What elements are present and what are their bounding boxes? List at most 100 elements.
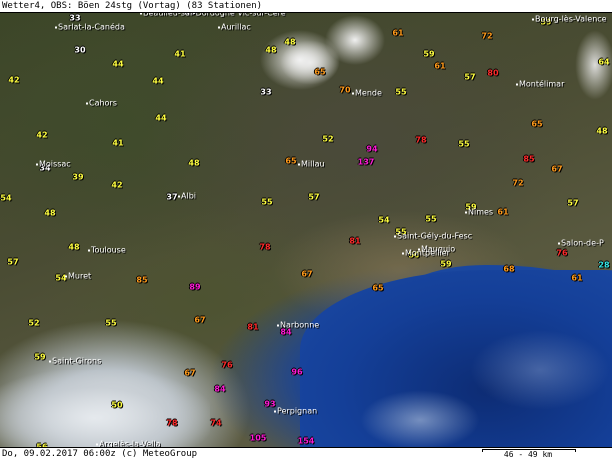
status-bar: Do, 09.02.2017 06:00z (c) MeteoGroup 46 …	[0, 447, 612, 459]
gust-value: 41	[112, 138, 124, 148]
gust-value: 57	[308, 192, 320, 202]
gust-value: 48	[284, 37, 296, 47]
gust-value: 81	[349, 236, 361, 246]
gust-value: 44	[112, 59, 124, 69]
gust-value: 72	[512, 178, 524, 188]
gust-value: 55	[425, 214, 437, 224]
city-label-narbonne: Narbonne	[277, 321, 319, 330]
city-label-mende: Mende	[352, 89, 382, 98]
cloud-patch	[470, 330, 610, 410]
gust-value: 105	[249, 433, 267, 443]
city-label-albi: Albi	[178, 192, 196, 201]
gust-value: 76	[556, 248, 568, 258]
timestamp-copyright: Do, 09.02.2017 06:00z (c) MeteoGroup	[2, 449, 198, 459]
gust-value: 67	[551, 164, 563, 174]
city-label-bourg: Bourg-lès-Valence	[532, 15, 607, 24]
city-label-cahors: Cahors	[86, 99, 117, 108]
gust-value: 54	[0, 193, 12, 203]
gust-value: 57	[464, 72, 476, 82]
gust-value: 72	[481, 31, 493, 41]
gust-value: 44	[152, 76, 164, 86]
city-label-sarlat: Sarlat-la-Canéda	[55, 23, 125, 32]
gust-value: 70	[339, 85, 351, 95]
gust-value: 37	[166, 192, 178, 202]
map-title: Wetter4, OBS: Böen 24stg (Vortag) (83 St…	[2, 1, 263, 11]
gust-value: 84	[214, 384, 226, 394]
gust-value: 33	[69, 13, 81, 23]
gust-value: 50	[111, 400, 123, 410]
gust-value: 78	[415, 135, 427, 145]
city-label-stgirons: Saint-Girons	[49, 357, 101, 366]
gust-value: 48	[188, 158, 200, 168]
gust-value: 94	[366, 144, 378, 154]
gust-value: 48	[265, 45, 277, 55]
city-label-toulouse: Toulouse	[88, 246, 126, 255]
gust-value: 61	[497, 207, 509, 217]
gust-value: 64	[598, 57, 610, 67]
gust-value: 154	[297, 436, 315, 446]
city-label-millau: Millau	[298, 160, 325, 169]
gust-value: 59	[423, 49, 435, 59]
gust-value: 74	[210, 418, 222, 428]
gust-value: 65	[372, 283, 384, 293]
gust-value: 57	[567, 198, 579, 208]
gust-value: 89	[189, 282, 201, 292]
gust-value: 52	[322, 134, 334, 144]
gust-value: 85	[523, 154, 535, 164]
gust-value: 33	[260, 87, 272, 97]
city-label-nimes: Nîmes	[465, 208, 493, 217]
gust-value: 41	[174, 49, 186, 59]
city-label-moissac: Moissac	[36, 160, 71, 169]
gust-value: 61	[571, 273, 583, 283]
gust-value: 80	[487, 68, 499, 78]
city-label-montpellier: Montpellier	[402, 249, 450, 258]
gust-value: 67	[184, 368, 196, 378]
gust-value: 78	[166, 418, 178, 428]
gust-value: 76	[221, 360, 233, 370]
gust-value: 65	[314, 67, 326, 77]
title-bar: Wetter4, OBS: Böen 24stg (Vortag) (83 St…	[0, 0, 612, 13]
gust-value: 44	[155, 113, 167, 123]
gust-value: 55	[105, 318, 117, 328]
gust-value: 81	[247, 322, 259, 332]
gust-value: 68	[503, 264, 515, 274]
gust-value: 54	[378, 215, 390, 225]
gust-value: 137	[357, 157, 375, 167]
gust-value: 48	[68, 242, 80, 252]
gust-value: 78	[259, 242, 271, 252]
gust-value: 28	[598, 260, 610, 270]
city-label-muret: Muret	[65, 272, 91, 281]
snow-pyrenees	[0, 370, 210, 450]
gust-value: 55	[395, 87, 407, 97]
city-label-stgely: Saint-Gély-du-Fesc	[394, 232, 472, 241]
scale-bar: 46 - 49 km	[482, 449, 576, 459]
gust-value: 65	[531, 119, 543, 129]
gust-value: 65	[285, 156, 297, 166]
gust-value: 30	[74, 45, 86, 55]
gust-value: 61	[392, 28, 404, 38]
gust-value: 61	[434, 61, 446, 71]
gust-value: 48	[44, 208, 56, 218]
city-label-perpignan: Perpignan	[274, 407, 317, 416]
gust-value: 85	[136, 275, 148, 285]
gust-value: 96	[291, 367, 303, 377]
gust-value: 59	[440, 259, 452, 269]
gust-value: 55	[261, 197, 273, 207]
gust-value: 48	[596, 126, 608, 136]
gust-value: 55	[458, 139, 470, 149]
city-label-salon: Salon-de-P	[558, 239, 604, 248]
map-canvas[interactable]: Beaulieu-sur-Dordogne Vic-sur-Cère Aurill…	[0, 0, 612, 459]
gust-value: 52	[28, 318, 40, 328]
gust-value: 42	[8, 75, 20, 85]
gust-value: 42	[36, 130, 48, 140]
cloud-patch	[360, 390, 480, 450]
gust-value: 57	[7, 257, 19, 267]
city-label-aurillac: Aurillac	[218, 23, 251, 32]
gust-value: 42	[111, 180, 123, 190]
scale-bar-label: 46 - 49 km	[503, 450, 553, 459]
gust-value: 67	[194, 315, 206, 325]
gust-value: 39	[72, 172, 84, 182]
city-label-montelimar: Montélimar	[516, 80, 564, 89]
gust-value: 67	[301, 269, 313, 279]
gust-value: 59	[34, 352, 46, 362]
